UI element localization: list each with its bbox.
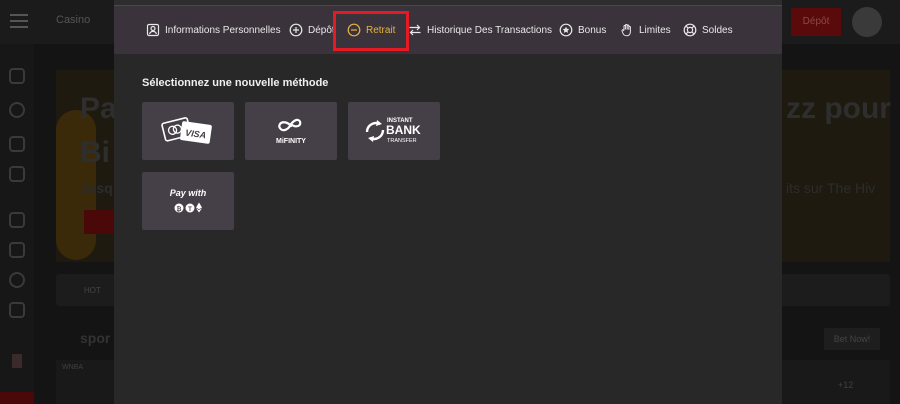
- sidebar-icon: [9, 272, 25, 288]
- lifebuoy-icon: [683, 23, 697, 37]
- hero-cta-button: [84, 210, 114, 234]
- annotation-highlight: [333, 11, 409, 51]
- site-sidebar: [0, 44, 34, 404]
- method-card-crypto[interactable]: Pay with ₿ T: [142, 172, 234, 230]
- bet-now-button: Bet Now!: [824, 328, 880, 350]
- profile-card-icon: [146, 23, 160, 37]
- sidebar-icon: [9, 302, 25, 318]
- method-card-visa[interactable]: VISA: [142, 102, 234, 160]
- tab-deposit-label: Dépôt: [308, 24, 335, 36]
- sports-row-league: WNBA: [62, 364, 83, 371]
- hero-title-left: Pa: [80, 92, 117, 125]
- cashier-modal: Informations Personnelles Dépôt Retrait …: [114, 0, 782, 404]
- svg-text:T: T: [188, 207, 192, 213]
- svg-text:₿: ₿: [177, 206, 182, 213]
- tab-bonus-label: Bonus: [578, 24, 607, 36]
- site-deposit-button: Dépôt: [791, 8, 841, 36]
- plus-circle-icon: [289, 23, 303, 37]
- crypto-logo-text: Pay with: [170, 188, 207, 198]
- flag-icon: [12, 354, 22, 368]
- ibt-logo-line2: BANK: [386, 123, 421, 137]
- mifinity-logo-text: MiFINITY: [276, 138, 306, 145]
- sidebar-icon: [9, 102, 25, 118]
- star-circle-icon: [559, 23, 573, 37]
- sidebar-icon: [9, 68, 25, 84]
- cashier-tabs: Informations Personnelles Dépôt Retrait …: [114, 6, 782, 54]
- method-card-mifinity[interactable]: MiFINITY: [245, 102, 337, 160]
- sidebar-icon: [9, 242, 25, 258]
- hero-title-right: zz pour: [786, 92, 891, 125]
- sports-row-odds: +12: [838, 380, 854, 390]
- tab-bonus[interactable]: Bonus: [559, 6, 606, 54]
- visa-card-logo: VISA: [161, 117, 212, 144]
- tab-transaction-history[interactable]: Historique Des Transactions: [408, 6, 552, 54]
- ibt-logo-line3: TRANSFER: [387, 138, 417, 144]
- bottom-promo-strip: [0, 392, 34, 404]
- hero-title-left-line2: Bi: [80, 136, 110, 169]
- transfer-arrows-icon: [408, 23, 422, 37]
- casino-nav-link: Casino: [56, 14, 91, 26]
- sidebar-icon: [9, 166, 25, 182]
- tab-balances[interactable]: Soldes: [683, 6, 733, 54]
- withdraw-method-title: Sélectionnez une nouvelle méthode: [142, 77, 329, 89]
- sidebar-icon: [9, 212, 25, 228]
- tab-transaction-history-label: Historique Des Transactions: [427, 24, 553, 36]
- avatar: [852, 7, 882, 37]
- tab-personal-info-label: Informations Personnelles: [165, 24, 281, 36]
- crypto-logo: Pay with ₿ T: [170, 188, 207, 213]
- hand-icon: [620, 23, 634, 37]
- hero-subtitle-right: its sur The Hiv: [786, 180, 876, 196]
- hero-subtitle-left: Jusq: [80, 180, 113, 196]
- hamburger-menu-icon: [10, 14, 28, 28]
- tab-limits[interactable]: Limites: [620, 6, 671, 54]
- sidebar-icon: [9, 136, 25, 152]
- search-hot-label: HOT: [84, 286, 101, 295]
- method-card-instant-bank-transfer[interactable]: INSTANT BANK TRANSFER: [348, 102, 440, 160]
- sports-section-title: spor: [80, 330, 111, 346]
- ethereum-icon: [196, 202, 202, 213]
- tab-personal-info[interactable]: Informations Personnelles: [146, 6, 281, 54]
- tab-limits-label: Limites: [639, 24, 671, 36]
- instant-bank-transfer-logo: INSTANT BANK TRANSFER: [365, 118, 421, 144]
- mifinity-logo: MiFINITY: [276, 118, 306, 145]
- tab-balances-label: Soldes: [702, 24, 733, 36]
- tab-deposit[interactable]: Dépôt: [289, 6, 335, 54]
